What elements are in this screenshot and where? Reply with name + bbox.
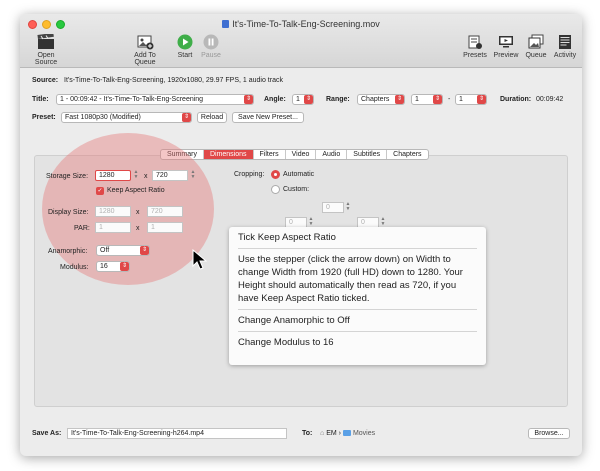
par-numerator-input: 1 <box>95 222 131 233</box>
main-content: Source: It's-Time-To-Talk-Eng-Screening,… <box>20 69 582 456</box>
anamorphic-label: Anamorphic: <box>48 248 88 255</box>
handbrake-window: It's-Time-To-Talk-Eng-Screening.mov Open… <box>20 14 582 456</box>
pause-button[interactable]: Pause <box>200 34 222 59</box>
save-new-preset-button[interactable]: Save New Preset... <box>232 112 304 123</box>
crop-automatic-label: Automatic <box>283 171 315 178</box>
source-label: Source: <box>32 77 59 84</box>
browse-button[interactable]: Browse... <box>528 428 570 439</box>
presets-icon <box>468 35 482 49</box>
crop-top-input: 0 <box>322 202 344 213</box>
duration-label: Duration: <box>500 96 532 103</box>
callout-step-keep-aspect: Tick Keep Aspect Ratio <box>238 227 477 249</box>
crop-top-stepper: ▲ ▼ <box>345 201 351 212</box>
open-source-button[interactable]: Open Source <box>26 34 66 66</box>
storage-width-stepper[interactable]: ▲ ▼ <box>133 170 139 181</box>
select-arrows-icon: ⇕ <box>304 95 313 104</box>
tab-dimensions[interactable]: Dimensions <box>203 150 254 159</box>
mouse-cursor-icon <box>192 249 208 270</box>
par-label: PAR: <box>74 225 90 232</box>
range-end-select[interactable]: 1 ⇕ <box>455 94 487 105</box>
queue-icon <box>528 34 544 49</box>
source-info: It's-Time-To-Talk-Eng-Screening, 1920x10… <box>64 77 283 84</box>
play-icon <box>177 34 193 50</box>
crop-custom-radio[interactable] <box>271 185 280 194</box>
title-select[interactable]: 1 - 00:09:42 - It's-Time-To-Talk-Eng-Scr… <box>56 94 254 105</box>
home-icon: ⌂ <box>320 430 325 437</box>
crop-custom-label: Custom: <box>283 186 310 193</box>
display-size-label: Display Size: <box>48 209 89 216</box>
pause-icon <box>203 34 219 50</box>
display-x-label: x <box>136 209 140 216</box>
par-x-label: x <box>136 225 140 232</box>
folder-icon <box>342 430 351 436</box>
crop-automatic-radio[interactable] <box>271 170 280 179</box>
add-to-queue-button[interactable]: Add To Queue <box>123 34 167 66</box>
preset-select[interactable]: Fast 1080p30 (Modified) ⇕ <box>61 112 192 123</box>
preset-label: Preset: <box>32 114 56 121</box>
cropping-label: Cropping: <box>234 171 265 178</box>
tab-audio[interactable]: Audio <box>316 150 348 159</box>
save-as-label: Save As: <box>32 430 62 437</box>
select-arrows-icon: ⇕ <box>120 262 129 271</box>
callout-step-width: Use the stepper (click the arrow down) o… <box>238 249 477 310</box>
presets-button[interactable]: Presets <box>461 34 489 59</box>
select-arrows-icon: ⇕ <box>182 113 191 122</box>
title-label: Title: <box>32 96 49 103</box>
preview-button[interactable]: Preview <box>492 34 520 59</box>
anamorphic-select[interactable]: Off ⇕ <box>96 245 150 256</box>
select-arrows-icon: ⇕ <box>244 95 253 104</box>
tab-subtitles[interactable]: Subtitles <box>347 150 388 159</box>
range-type-select[interactable]: Chapters ⇕ <box>357 94 405 105</box>
document-icon <box>222 20 230 28</box>
select-arrows-icon: ⇕ <box>140 246 149 255</box>
toolbar: It's-Time-To-Talk-Eng-Screening.mov Open… <box>20 14 582 68</box>
clapperboard-icon <box>37 34 54 49</box>
instruction-callout: Tick Keep Aspect Ratio Use the stepper (… <box>229 227 486 365</box>
window-title: It's-Time-To-Talk-Eng-Screening.mov <box>20 19 582 29</box>
select-arrows-icon: ⇕ <box>477 95 486 104</box>
range-label: Range: <box>326 96 350 103</box>
tab-chapters[interactable]: Chapters <box>387 150 427 159</box>
activity-log-icon <box>559 35 571 49</box>
tab-filters[interactable]: Filters <box>254 150 286 159</box>
duration-value: 00:09:42 <box>536 96 564 103</box>
storage-height-stepper[interactable]: ▲ ▼ <box>190 170 196 181</box>
monitor-icon <box>499 36 513 48</box>
save-as-input[interactable]: It's-Time-To-Talk-Eng-Screening-h264.mp4 <box>67 428 287 439</box>
storage-size-label: Storage Size: <box>46 173 89 180</box>
keep-aspect-ratio-label: Keep Aspect Ratio <box>107 187 165 194</box>
display-height-input: 720 <box>147 206 183 217</box>
tab-video[interactable]: Video <box>286 150 317 159</box>
destination-path[interactable]: ⌂ EM › Movies <box>320 430 375 437</box>
storage-width-input[interactable]: 1280 <box>95 170 131 181</box>
select-arrows-icon: ⇕ <box>395 95 404 104</box>
callout-step-modulus: Change Modulus to 16 <box>238 337 334 348</box>
modulus-label: Modulus: <box>60 264 89 271</box>
start-button[interactable]: Start <box>175 34 195 59</box>
range-dash: - <box>448 96 451 103</box>
settings-tabs: Summary Dimensions Filters Video Audio S… <box>160 149 429 160</box>
callout-step-anamorphic: Change Anamorphic to Off <box>238 310 477 332</box>
activity-button[interactable]: Activity <box>550 34 580 59</box>
range-start-select[interactable]: 1 ⇕ <box>411 94 443 105</box>
modulus-select[interactable]: 16 ⇕ <box>96 261 130 272</box>
par-denominator-input: 1 <box>147 222 183 233</box>
angle-label: Angle: <box>264 96 286 103</box>
angle-select[interactable]: 1 ⇕ <box>292 94 314 105</box>
to-label: To: <box>302 430 313 437</box>
storage-height-input[interactable]: 720 <box>152 170 188 181</box>
display-width-input: 1280 <box>95 206 131 217</box>
reload-button[interactable]: Reload <box>197 112 227 123</box>
queue-button[interactable]: Queue <box>523 34 549 59</box>
add-to-queue-icon <box>137 35 154 50</box>
keep-aspect-ratio-checkbox[interactable]: ✓ <box>96 187 104 195</box>
storage-x-label: x <box>144 173 148 180</box>
select-arrows-icon: ⇕ <box>433 95 442 104</box>
